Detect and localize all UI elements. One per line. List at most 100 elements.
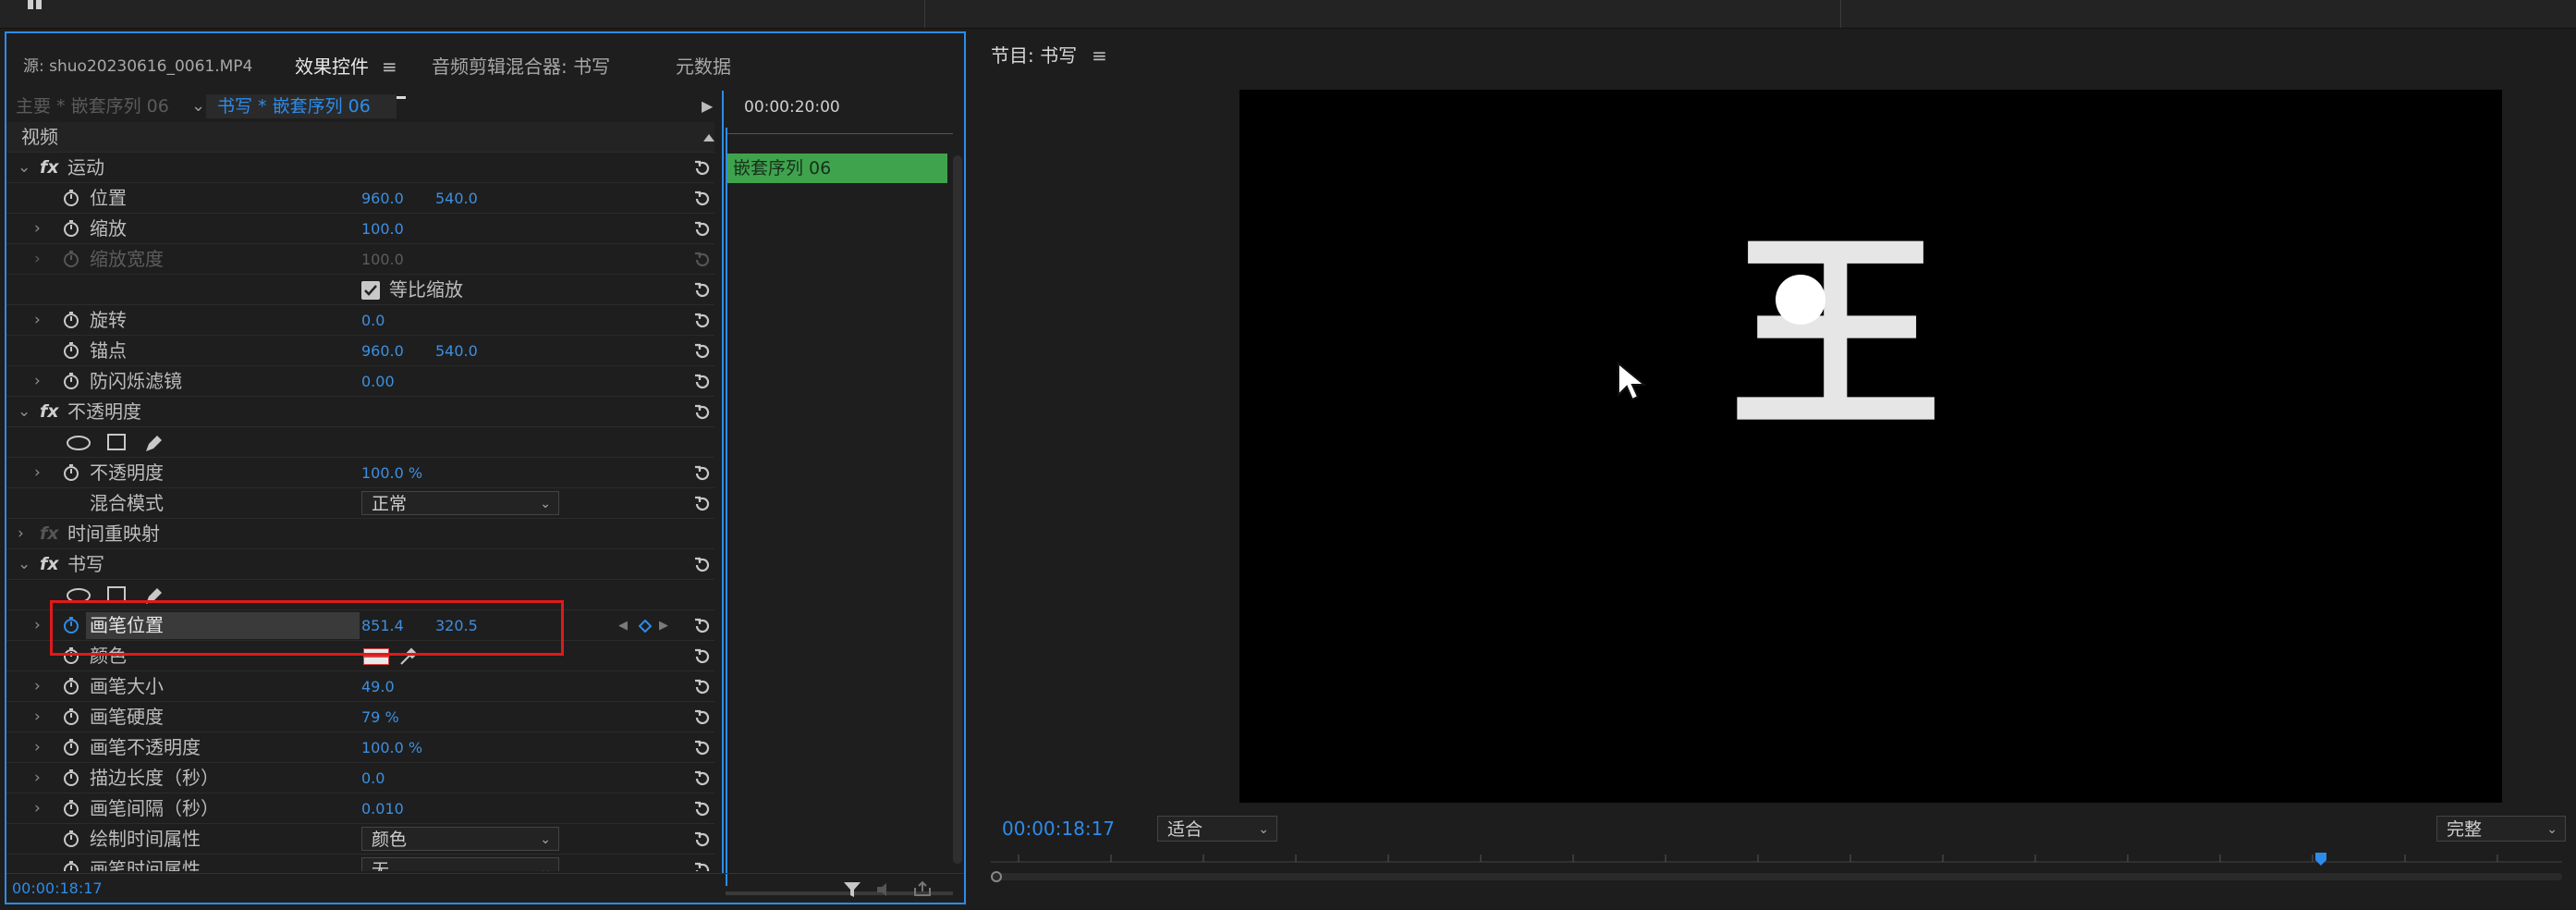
reset-icon[interactable] — [692, 189, 713, 209]
chevron-down-icon[interactable]: ⌄ — [191, 91, 205, 122]
reset-icon[interactable] — [692, 280, 713, 301]
anchor-x[interactable]: 960.0 — [361, 336, 404, 366]
time-ruler[interactable] — [726, 122, 953, 134]
rotation-row[interactable]: › 旋转 0.0 — [6, 305, 714, 336]
rect-mask-icon[interactable] — [106, 433, 127, 451]
fx-icon[interactable]: fx — [40, 153, 59, 183]
write-group-row[interactable]: ⌄ fx 书写 — [6, 549, 714, 580]
reset-icon[interactable] — [692, 860, 713, 871]
stopwatch-icon[interactable] — [62, 311, 80, 329]
stopwatch-icon[interactable] — [62, 799, 80, 818]
rotation-value[interactable]: 0.0 — [361, 305, 385, 336]
twirl-closed-icon[interactable]: › — [34, 305, 41, 336]
paint-time-props-row[interactable]: 绘制时间属性 颜色 ⌄ — [6, 824, 714, 855]
opacity-group-row[interactable]: ⌄ fx 不透明度 — [6, 397, 714, 427]
fx-icon[interactable]: fx — [40, 549, 59, 580]
brush-size-row[interactable]: › 画笔大小 49.0 — [6, 671, 714, 702]
stopwatch-icon[interactable] — [62, 372, 80, 390]
brush-hardness-row[interactable]: › 画笔硬度 79 % — [6, 702, 714, 732]
twirl-open-icon[interactable]: ⌄ — [18, 549, 31, 580]
position-x[interactable]: 960.0 — [361, 183, 404, 214]
stroke-length-row[interactable]: › 描边长度（秒） 0.0 — [6, 763, 714, 793]
anti-flicker-row[interactable]: › 防闪烁滤镜 0.00 — [6, 366, 714, 397]
brush-size-value[interactable]: 49.0 — [361, 671, 395, 702]
twirl-closed-icon[interactable]: › — [18, 519, 24, 549]
filter-icon[interactable] — [842, 879, 862, 900]
brush-spacing-row[interactable]: › 画笔间隔（秒） 0.010 — [6, 793, 714, 824]
reset-icon[interactable] — [692, 799, 713, 819]
anchor-row[interactable]: 锚点 960.0 540.0 — [6, 336, 714, 366]
reset-icon[interactable] — [692, 646, 713, 667]
twirl-closed-icon[interactable]: › — [34, 366, 41, 397]
playhead[interactable] — [726, 128, 727, 886]
anchor-y[interactable]: 540.0 — [435, 336, 478, 366]
fx-icon[interactable]: fx — [40, 397, 59, 427]
uniform-scale-row[interactable]: 等比缩放 — [6, 275, 714, 305]
twirl-closed-icon[interactable]: › — [34, 671, 41, 702]
reset-icon[interactable] — [692, 555, 713, 575]
pen-mask-icon[interactable] — [143, 432, 165, 454]
reset-icon[interactable] — [692, 341, 713, 362]
brush-time-props-row[interactable]: 画笔时间属性 无 ⌄ — [6, 855, 714, 871]
twirl-closed-icon[interactable]: › — [34, 610, 41, 641]
brush-opacity-row[interactable]: › 画笔不透明度 100.0 % — [6, 732, 714, 763]
fit-dropdown[interactable]: 适合 ⌄ — [1157, 816, 1277, 842]
motion-row[interactable]: ⌄ fx 运动 — [6, 153, 714, 183]
stroke-length-value[interactable]: 0.0 — [361, 763, 385, 793]
program-timecode[interactable]: 00:00:18:17 — [1002, 805, 1115, 853]
footer-timecode[interactable]: 00:00:18:17 — [12, 874, 103, 904]
brush-spacing-value[interactable]: 0.010 — [361, 793, 404, 824]
panel-divider[interactable] — [722, 91, 724, 873]
stopwatch-icon[interactable] — [62, 341, 80, 360]
app-icon[interactable] — [28, 0, 43, 9]
stopwatch-icon[interactable] — [62, 463, 80, 482]
reset-icon[interactable] — [692, 830, 713, 850]
scrub-bar[interactable] — [991, 851, 2562, 904]
master-clip-label[interactable]: 主要 * 嵌套序列 06 — [16, 91, 169, 122]
stopwatch-icon[interactable] — [62, 677, 80, 695]
twirl-closed-icon[interactable]: › — [34, 458, 41, 488]
export-icon[interactable] — [912, 879, 933, 898]
ellipse-mask-icon[interactable] — [66, 435, 92, 451]
mini-timeline[interactable]: 00:00:20:00 嵌套序列 06 — [726, 91, 964, 895]
twirl-closed-icon[interactable]: › — [34, 702, 41, 732]
scale-row[interactable]: › 缩放 100.0 — [6, 214, 714, 244]
stopwatch-icon[interactable] — [62, 189, 80, 207]
time-remap-row[interactable]: › fx 时间重映射 — [6, 519, 714, 549]
anti-flicker-value[interactable]: 0.00 — [361, 366, 395, 397]
next-keyframe-icon[interactable]: ▶ — [659, 610, 668, 641]
twirl-open-icon[interactable]: ⌄ — [18, 153, 31, 183]
reset-icon[interactable] — [692, 738, 713, 758]
stopwatch-icon[interactable] — [62, 219, 80, 238]
uniform-scale-checkbox[interactable] — [361, 281, 380, 300]
program-monitor-title[interactable]: 节目: 书写 ≡ — [991, 31, 1107, 80]
stopwatch-icon[interactable] — [62, 769, 80, 787]
workspace-tabs[interactable] — [924, 0, 1841, 28]
panel-menu-icon[interactable]: ≡ — [1092, 44, 1107, 67]
twirl-closed-icon[interactable]: › — [34, 793, 41, 824]
brush-hardness-value[interactable]: 79 % — [361, 702, 399, 732]
stopwatch-icon[interactable] — [62, 860, 80, 871]
stopwatch-icon[interactable] — [62, 738, 80, 756]
opacity-value[interactable]: 100.0 % — [361, 458, 422, 488]
position-row[interactable]: 位置 960.0 540.0 — [6, 183, 714, 214]
reset-icon[interactable] — [692, 463, 713, 484]
reset-icon[interactable] — [692, 707, 713, 728]
prev-keyframe-icon[interactable]: ◀ — [618, 610, 628, 641]
clip-label[interactable]: 书写 * 嵌套序列 06 — [217, 91, 371, 122]
reset-icon[interactable] — [692, 158, 713, 178]
reset-icon[interactable] — [692, 769, 713, 789]
reset-icon[interactable] — [692, 677, 713, 697]
paint-time-props-dropdown[interactable]: 颜色 ⌄ — [361, 827, 559, 851]
reset-icon[interactable] — [692, 311, 713, 331]
quality-dropdown[interactable]: 完整 ⌄ — [2436, 816, 2566, 842]
collapse-arrow-icon[interactable] — [703, 133, 714, 142]
twirl-open-icon[interactable]: ⌄ — [18, 397, 31, 427]
position-y[interactable]: 540.0 — [435, 183, 478, 214]
vertical-scrollbar[interactable] — [953, 155, 962, 864]
stopwatch-icon[interactable] — [62, 830, 80, 848]
blend-mode-dropdown[interactable]: 正常 ⌄ — [361, 491, 559, 515]
reset-icon[interactable] — [692, 372, 713, 392]
twirl-closed-icon[interactable]: › — [34, 763, 41, 793]
brush-opacity-value[interactable]: 100.0 % — [361, 732, 422, 763]
